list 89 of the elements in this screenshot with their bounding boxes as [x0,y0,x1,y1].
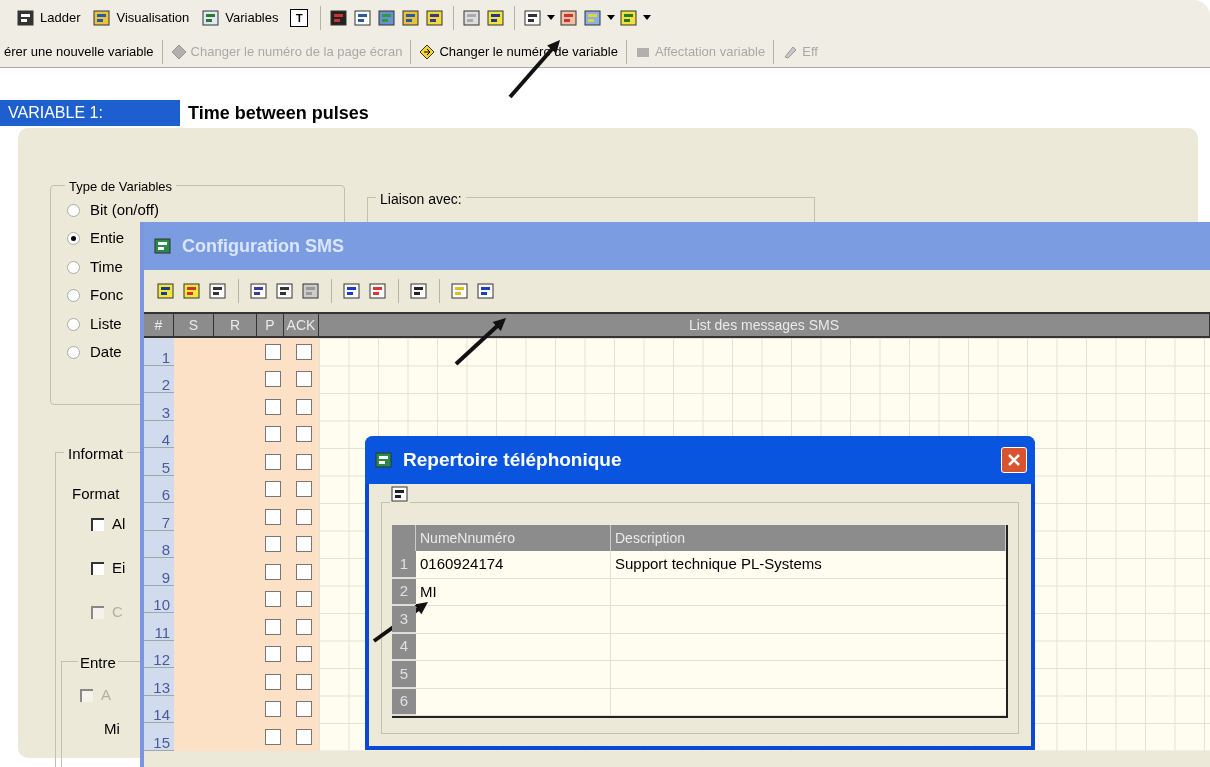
variable-label: VARIABLE 1: [0,100,180,126]
row-number: 6 [144,475,174,503]
format-label: Format [72,484,120,504]
caret-icon[interactable] [643,15,652,21]
diamond-icon [419,43,436,60]
caret-icon[interactable] [607,15,616,21]
table-cell-text: MI [420,581,437,602]
window-title: Configuration SMS [182,234,344,258]
column-header: R [214,314,257,336]
radio-label: Date [90,342,122,363]
row-number: 5 [144,448,174,476]
toolbar-icon[interactable] [16,9,36,27]
toolbar-icon[interactable] [92,9,113,27]
dialog-title: Repertoire téléphonique [403,447,623,472]
row-number: 2 [392,578,416,605]
row-number: 14 [144,695,174,723]
checkbox[interactable] [295,481,312,498]
min-label: Mi [104,719,120,739]
row-number: 4 [392,633,416,660]
checkbox[interactable] [264,481,281,498]
checkbox[interactable] [295,673,312,690]
toolbar-button[interactable]: Ladder [12,8,85,28]
row-number: 7 [144,503,174,531]
toolbar-button[interactable]: érer une nouvelle variable [0,41,158,62]
checkbox-label: A [101,685,111,705]
row-number: 8 [144,530,174,558]
pointer-arrow [454,318,506,366]
row-number: 12 [144,640,174,668]
row-number: 2 [144,365,174,393]
checkbox[interactable] [295,646,312,663]
checkbox[interactable] [264,591,281,608]
checkbox[interactable] [295,728,312,745]
row-number: 4 [144,420,174,448]
table-cell-text: Support technique PL-Systems [615,554,822,574]
toolbar-button[interactable]: Variables [197,8,283,28]
row-number: 3 [392,606,416,633]
row-number: 13 [144,668,174,696]
close-icon [1007,453,1021,467]
toolbar-button[interactable]: Visualisation [88,8,194,28]
text-tool-button[interactable]: T [290,9,309,27]
checkbox[interactable] [295,453,312,470]
checkbox[interactable] [264,453,281,470]
row-number: 6 [392,688,416,715]
radio-label: Entie [90,228,125,249]
radio-label: Bit (on/off) [90,199,159,220]
checkbox[interactable] [295,343,312,360]
checkbox[interactable] [295,563,312,580]
radio-label: Fonc [90,285,124,306]
checkbox[interactable] [264,701,281,718]
checkbox[interactable] [264,343,281,360]
close-button[interactable] [1001,447,1027,473]
row-number: 3 [144,393,174,421]
column-header: P [257,314,284,336]
row-number: 9 [144,558,174,586]
radio-label: Time [90,256,123,277]
checkbox-label: Al [112,513,126,534]
checkbox[interactable] [295,618,312,635]
checkbox[interactable] [264,673,281,690]
table-cell-text: 0160924174 [420,554,504,574]
checkbox[interactable] [264,618,281,635]
row-number: 11 [144,613,174,641]
checkbox[interactable] [264,536,281,553]
checkbox[interactable] [295,508,312,525]
row-number: 1 [144,338,174,366]
column-header: S [174,314,214,336]
checkbox[interactable] [264,398,281,415]
checkbox[interactable] [264,371,281,388]
diamond-icon [170,43,187,60]
checkbox[interactable] [295,371,312,388]
checkbox[interactable] [264,646,281,663]
checkbox[interactable] [264,508,281,525]
row-number: 15 [144,723,174,751]
row-number: 5 [392,661,416,688]
column-header: # [144,314,174,336]
radio-label: Liste [90,313,122,334]
checkbox-label: C [112,601,123,622]
checkbox[interactable] [264,426,281,443]
row-number: 1 [392,551,416,578]
checkbox[interactable] [264,563,281,580]
row-number: 10 [144,585,174,613]
checkbox[interactable] [295,426,312,443]
caret-icon[interactable] [547,15,556,21]
checkbox-label: Ei [112,557,126,578]
checkbox[interactable] [295,701,312,718]
checkbox[interactable] [295,398,312,415]
column-header: ACK [284,314,319,336]
checkbox[interactable] [295,591,312,608]
checkbox[interactable] [295,536,312,553]
checkbox[interactable] [264,728,281,745]
